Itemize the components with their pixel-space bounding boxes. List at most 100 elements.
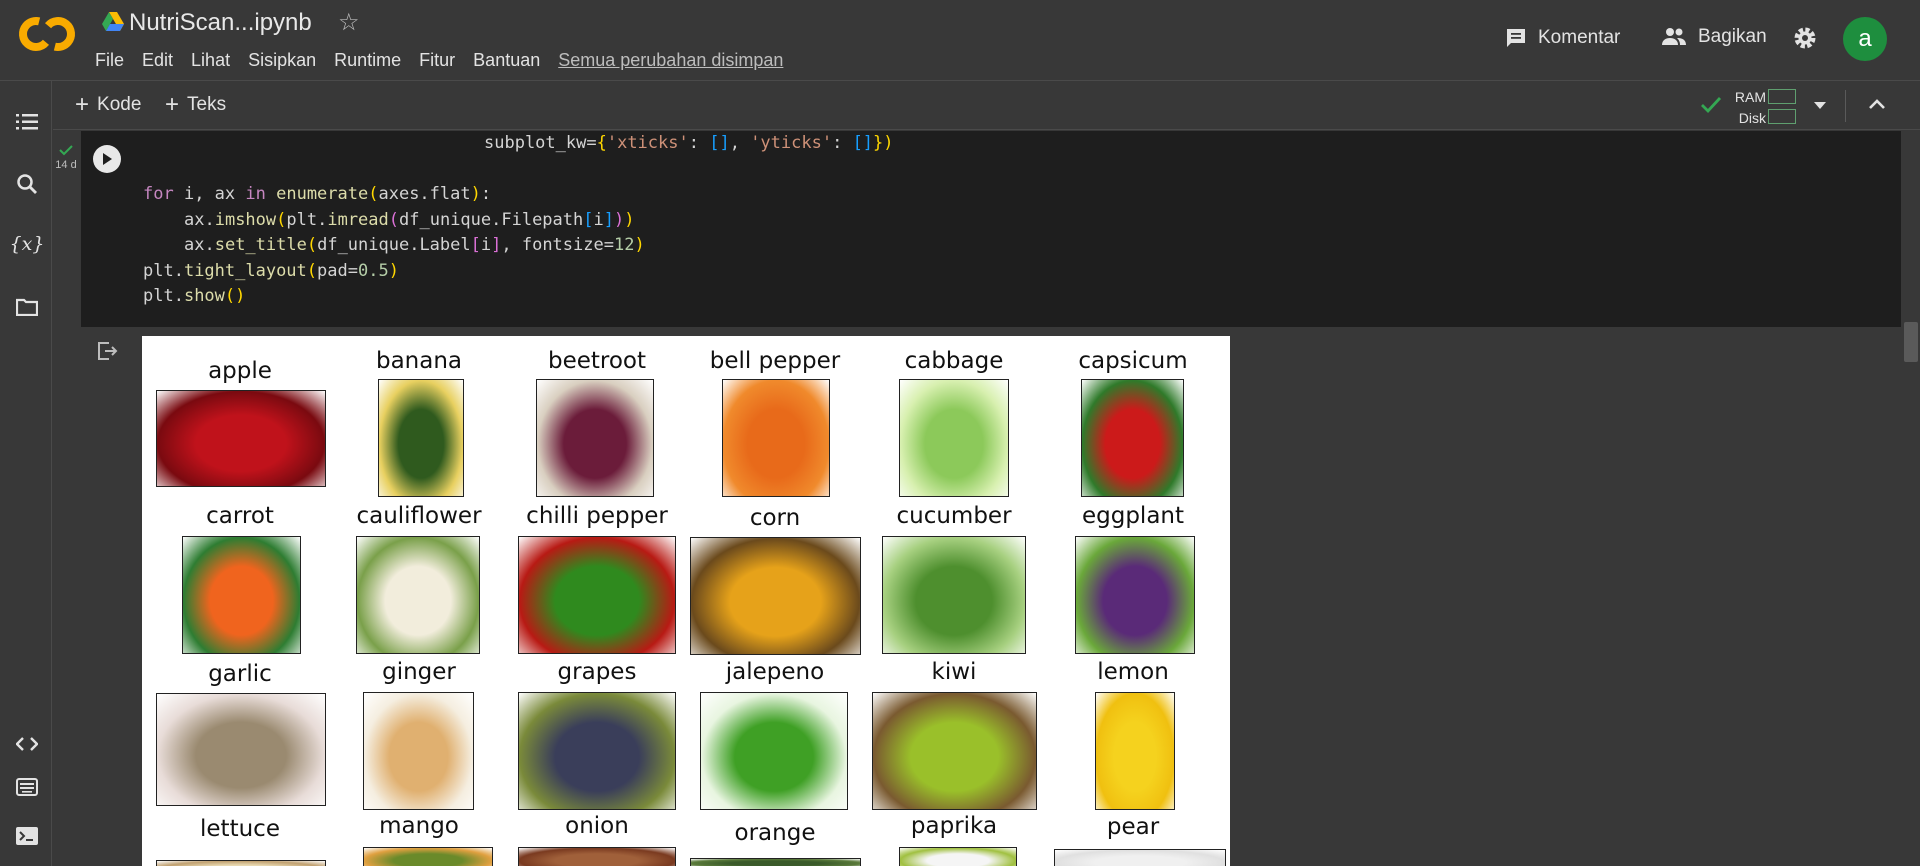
tile-image-cabbage: [899, 379, 1009, 497]
tile-image-grapes: [518, 692, 676, 810]
folder-icon[interactable]: [14, 294, 40, 320]
tile-title-cauliflower: cauliflower: [356, 503, 482, 529]
drive-icon[interactable]: [102, 12, 124, 32]
tile-image-cucumber: [882, 536, 1026, 654]
menu-tools[interactable]: Fitur: [419, 50, 455, 71]
tile-title-mango: mango: [379, 813, 459, 839]
tile-title-pear: pear: [1106, 814, 1160, 840]
tile-title-kiwi: kiwi: [931, 659, 977, 685]
left-sidebar: {x}: [0, 81, 52, 866]
tile-image-ginger: [363, 692, 474, 810]
avatar[interactable]: a: [1843, 17, 1887, 61]
star-icon[interactable]: ☆: [338, 8, 360, 37]
ram-label: RAM: [1734, 89, 1766, 105]
tile-title-chilli-pepper: chilli pepper: [526, 503, 668, 529]
menu-bar: File Edit Lihat Sisipkan Runtime Fitur B…: [95, 50, 801, 71]
cell-exec-status: 14 d: [54, 145, 78, 171]
tile-title-onion: onion: [565, 813, 629, 839]
exec-time: 14 d: [55, 159, 77, 171]
add-text-label: Teks: [187, 94, 227, 115]
resource-monitor[interactable]: RAM Disk: [1728, 87, 1766, 129]
chevron-down-icon[interactable]: [1813, 100, 1827, 110]
tile-image-pear: [1054, 849, 1226, 866]
tile-image-capsicum: [1081, 379, 1184, 497]
tile-image-banana: [378, 379, 464, 497]
plus-icon: +: [75, 91, 90, 118]
tile-title-eggplant: eggplant: [1081, 503, 1185, 529]
tile-image-carrot: [182, 536, 301, 654]
tile-title-jalepeno: jalepeno: [725, 659, 825, 685]
tile-title-capsicum: capsicum: [1078, 348, 1188, 374]
toc-icon[interactable]: [14, 109, 40, 135]
cell-output-figure: apple banana beetroot bell pepper cabbage cap…: [142, 336, 1230, 866]
tile-title-beetroot: beetroot: [547, 348, 647, 374]
variables-icon[interactable]: {x}: [10, 231, 45, 257]
tile-title-ginger: ginger: [382, 659, 456, 685]
run-cell-button[interactable]: [93, 145, 121, 173]
tile-title-cucumber: cucumber: [896, 503, 1012, 529]
tile-title-corn: corn: [749, 505, 801, 531]
header: NutriScan...ipynb ☆ File Edit Lihat Sisi…: [0, 0, 1920, 81]
tile-image-apple: [156, 390, 326, 487]
command-palette-icon[interactable]: [14, 774, 40, 800]
share-label: Bagikan: [1698, 26, 1767, 47]
tile-title-bell-pepper: bell pepper: [709, 348, 841, 374]
tile-image-mango: [363, 847, 493, 866]
plus-icon: +: [165, 91, 180, 118]
tile-image-onion: [518, 847, 676, 866]
menu-help[interactable]: Bantuan: [473, 50, 540, 71]
tile-title-lemon: lemon: [1097, 659, 1169, 685]
menu-view[interactable]: Lihat: [191, 50, 230, 71]
tile-image-kiwi: [872, 692, 1037, 810]
add-text-button[interactable]: + Teks: [165, 91, 227, 118]
chevron-up-icon[interactable]: [1867, 97, 1887, 111]
tile-image-eggplant: [1075, 536, 1195, 654]
tile-title-garlic: garlic: [208, 661, 272, 687]
save-status-link[interactable]: Semua perubahan disimpan: [558, 50, 783, 71]
connected-check-icon: [1701, 97, 1722, 114]
toolbar-divider: [1845, 90, 1846, 122]
output-actions-icon[interactable]: [97, 341, 119, 361]
people-icon: [1662, 28, 1686, 45]
tile-title-banana: banana: [375, 348, 463, 374]
notebook-toolbar: + Kode + Teks: [53, 82, 1920, 130]
menu-runtime[interactable]: Runtime: [334, 50, 401, 71]
gear-icon[interactable]: [1792, 25, 1818, 51]
tile-image-corn: [690, 537, 861, 655]
menu-insert[interactable]: Sisipkan: [248, 50, 316, 71]
tile-title-orange: orange: [734, 820, 816, 846]
share-button[interactable]: Bagikan: [1660, 26, 1767, 48]
tile-title-paprika: paprika: [910, 813, 998, 839]
tile-image-orange: [690, 858, 861, 866]
colab-app: NutriScan...ipynb ☆ File Edit Lihat Sisi…: [0, 0, 1920, 866]
comment-button[interactable]: Komentar: [1504, 26, 1620, 50]
colab-logo[interactable]: [18, 14, 76, 54]
menu-edit[interactable]: Edit: [142, 50, 173, 71]
tile-image-lemon: [1095, 692, 1175, 810]
tile-image-garlic: [156, 693, 326, 806]
tile-title-lettuce: lettuce: [200, 816, 280, 842]
disk-usage-bar: [1768, 109, 1796, 124]
menu-file[interactable]: File: [95, 50, 124, 71]
tile-title-grapes: grapes: [557, 659, 637, 685]
add-code-label: Kode: [97, 94, 142, 115]
search-icon[interactable]: [14, 171, 40, 197]
tile-title-cabbage: cabbage: [904, 348, 1004, 374]
tile-title-apple: apple: [208, 358, 272, 384]
notebook-title[interactable]: NutriScan...ipynb: [129, 9, 312, 37]
add-code-button[interactable]: + Kode: [75, 91, 142, 118]
play-icon: [103, 153, 112, 165]
tile-image-lettuce: [156, 860, 326, 866]
comment-label: Komentar: [1538, 27, 1621, 48]
code-cell[interactable]: subplot_kw={'xticks': [], 'yticks': []})…: [81, 131, 1901, 327]
comment-icon: [1507, 29, 1525, 47]
scrollbar-thumb[interactable]: [1904, 322, 1918, 362]
terminal-icon[interactable]: [14, 823, 40, 849]
code-snippets-icon[interactable]: [14, 731, 40, 757]
ram-usage-bar: [1768, 89, 1796, 104]
tile-image-jalepeno: [700, 692, 848, 810]
tile-image-chilli-pepper: [518, 536, 676, 654]
tile-image-beetroot: [536, 379, 654, 497]
tile-image-bell-pepper: [722, 379, 830, 497]
tile-image-paprika: [899, 847, 1017, 866]
